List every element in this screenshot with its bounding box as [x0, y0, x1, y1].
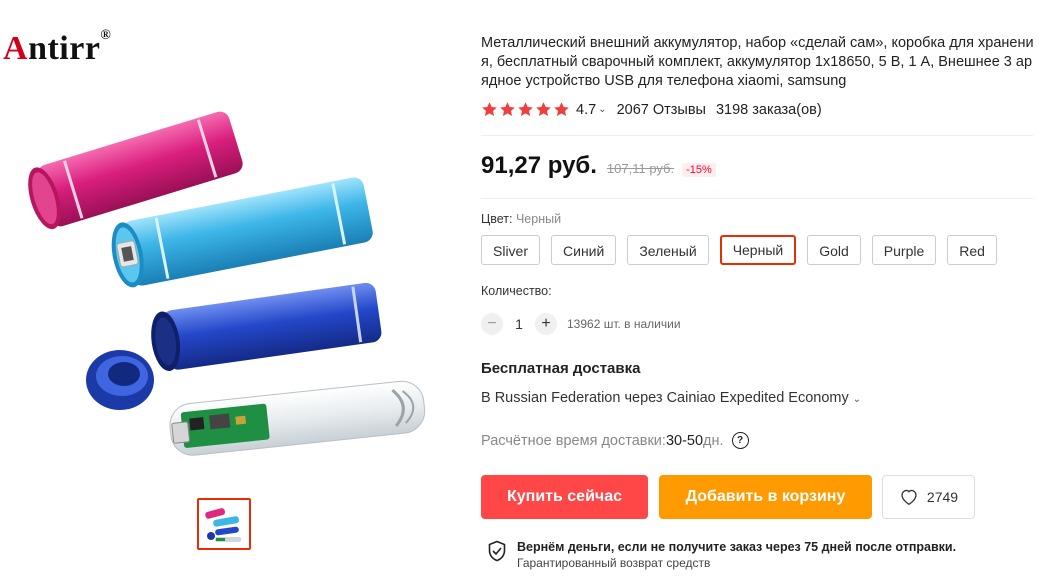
color-option-green[interactable]: Зеленый — [627, 235, 709, 265]
reviews-link[interactable]: 2067 Отзывы — [617, 102, 706, 118]
star-icon — [554, 102, 569, 117]
color-option-red[interactable]: Red — [947, 235, 997, 265]
color-option-purple[interactable]: Purple — [871, 235, 937, 265]
star-icon — [518, 102, 533, 117]
wishlist-button[interactable]: 2749 — [882, 475, 975, 519]
delivery-estimate: Расчётное время доставки: 30-50 дн. ? — [481, 432, 749, 449]
quantity-stepper: − 1 + 13962 шт. в наличии — [481, 313, 681, 335]
thumbnail-1[interactable] — [197, 498, 251, 550]
rating-stars — [481, 101, 570, 118]
color-option-sliver[interactable]: Sliver — [481, 235, 541, 265]
star-icon — [500, 102, 515, 117]
color-option-black[interactable]: Черный — [719, 235, 797, 265]
product-title: Металлический внешний аккумулятор, набор… — [481, 35, 1034, 89]
heart-icon — [901, 489, 917, 506]
brand-logo: Antirr® — [3, 28, 112, 67]
shipping-title: Бесплатная доставка — [481, 360, 641, 377]
product-gallery: Antirr® — [0, 0, 470, 582]
discount-badge: -15% — [682, 163, 716, 177]
quantity-increase-button[interactable]: + — [535, 313, 557, 335]
color-option-blue[interactable]: Синий — [551, 235, 617, 265]
product-image[interactable] — [0, 70, 470, 470]
guarantee-subtitle: Гарантированный возврат средств — [517, 556, 711, 570]
color-options: Sliver Синий Зеленый Черный Gold Purple … — [481, 235, 997, 265]
divider — [481, 198, 1033, 199]
quantity-decrease-button[interactable]: − — [481, 313, 503, 335]
buy-now-button[interactable]: Купить сейчас — [481, 475, 648, 519]
star-icon — [482, 102, 497, 117]
quantity-input[interactable]: 1 — [503, 316, 535, 332]
price-row: 91,27 руб. 107,11 руб. -15% — [481, 152, 716, 180]
star-icon — [536, 102, 551, 117]
quantity-label: Количество: — [481, 284, 552, 298]
old-price: 107,11 руб. — [606, 161, 675, 176]
wishlist-count: 2749 — [926, 489, 959, 505]
color-label: Цвет: Черный — [481, 212, 562, 226]
stock-count: 13962 шт. в наличии — [567, 317, 681, 331]
selected-color: Черный — [515, 212, 562, 226]
rating-value[interactable]: 4.7 — [576, 102, 596, 118]
rating-row: 4.7 ⌄ 2067 Отзывы 3198 заказа(ов) — [481, 101, 822, 118]
current-price: 91,27 руб. — [481, 152, 597, 179]
shipping-method[interactable]: В Russian Federation через Cainiao Exped… — [481, 390, 861, 406]
help-circle-icon[interactable]: ? — [731, 432, 749, 449]
add-to-cart-button[interactable]: Добавить в корзину — [659, 475, 872, 519]
divider — [481, 135, 1033, 136]
guarantee-title: Вернём деньги, если не получите заказ че… — [517, 540, 957, 554]
buyer-protection: Вернём деньги, если не получите заказ че… — [487, 540, 956, 570]
shield-check-icon — [488, 540, 506, 562]
orders-count: 3198 заказа(ов) — [715, 101, 822, 118]
chevron-down-icon[interactable]: ⌄ — [598, 104, 606, 115]
chevron-down-icon: ⌄ — [852, 394, 862, 405]
color-option-gold[interactable]: Gold — [807, 235, 861, 265]
